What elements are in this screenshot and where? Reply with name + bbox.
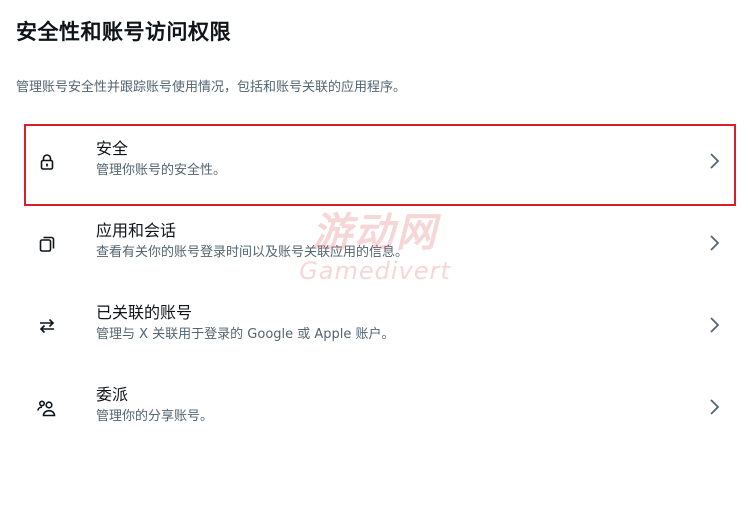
menu-item-description: 管理你的分享账号。 (96, 409, 214, 424)
lock-icon (35, 150, 59, 174)
chevron-right-icon (704, 149, 724, 173)
page-description: 管理账号安全性并跟踪账号使用情况，包括和账号关联的应用程序。 (16, 80, 407, 95)
menu-item-description: 管理你账号的安全性。 (96, 163, 227, 178)
menu-item-delegate[interactable]: 委派 管理你的分享账号。 (24, 370, 748, 452)
menu-item-title: 委派 (96, 385, 129, 404)
page-title: 安全性和账号访问权限 (16, 20, 231, 44)
chevron-right-icon (704, 395, 724, 419)
chevron-right-icon (704, 231, 724, 255)
menu-item-connected-accounts[interactable]: 已关联的账号 管理与 X 关联用于登录的 Google 或 Apple 账户。 (24, 288, 748, 370)
settings-menu: 安全 管理你账号的安全性。 应用和会话 查看有关你的账号登录时间以及账号关联应用… (24, 124, 748, 452)
menu-item-description: 管理与 X 关联用于登录的 Google 或 Apple 账户。 (96, 327, 395, 342)
menu-item-description: 查看有关你的账号登录时间以及账号关联应用的信息。 (96, 245, 409, 260)
swap-arrows-icon (35, 314, 59, 338)
menu-item-security[interactable]: 安全 管理你账号的安全性。 (24, 124, 736, 206)
menu-item-title: 应用和会话 (96, 221, 177, 240)
copy-icon (35, 232, 59, 256)
menu-item-title: 安全 (96, 139, 129, 158)
menu-item-title: 已关联的账号 (96, 303, 193, 322)
people-icon (35, 396, 59, 420)
chevron-right-icon (704, 313, 724, 337)
menu-item-apps-sessions[interactable]: 应用和会话 查看有关你的账号登录时间以及账号关联应用的信息。 (24, 206, 748, 288)
